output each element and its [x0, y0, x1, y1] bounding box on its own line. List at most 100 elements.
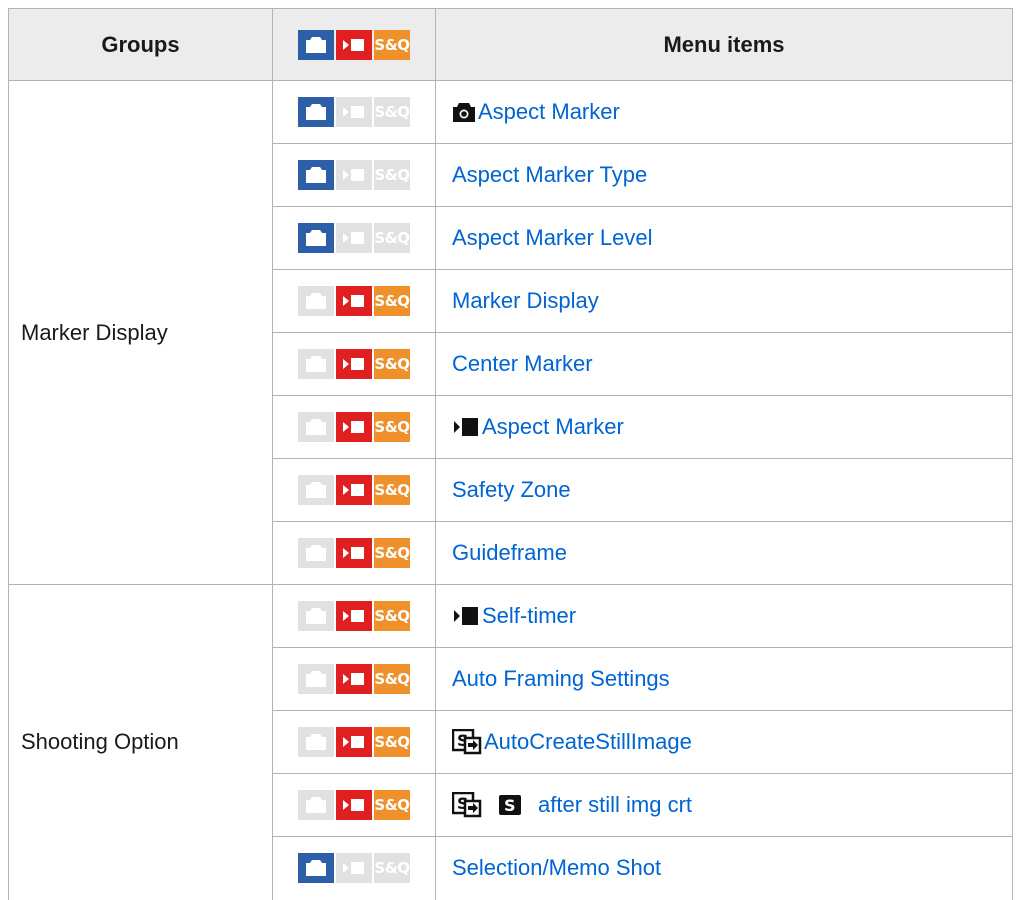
menu-item-link[interactable]: Aspect Marker — [482, 414, 624, 439]
sq-mode-label: S&Q — [374, 292, 410, 310]
mode-cell: S&Q — [272, 80, 436, 144]
mode-icons: S&Q — [298, 475, 410, 505]
photo-mode-icon — [298, 412, 334, 442]
photo-mode-icon — [298, 160, 334, 190]
movie-mode-icon — [336, 349, 372, 379]
sq-mode-icon: S&Q — [374, 853, 410, 884]
mode-icons: S&Q — [298, 223, 410, 253]
sq-mode-label: S&Q — [374, 35, 410, 54]
mode-icons: S&Q — [298, 412, 410, 442]
sq-mode-label: S&Q — [374, 481, 410, 499]
sq-mode-icon: S&Q — [374, 349, 410, 379]
sq-mode-icon: S&Q — [374, 97, 410, 127]
sq-mode-icon: S&Q — [374, 664, 410, 694]
photo-mode-icon — [298, 97, 334, 127]
mode-icons: S&Q — [298, 664, 410, 694]
groups-column-header: Groups — [8, 8, 273, 81]
still-s-icon: S — [498, 794, 522, 816]
mode-cell: S&Q — [272, 584, 436, 648]
menu-item-cell: S AutoCreateStillImage — [435, 710, 1013, 774]
sq-mode-icon: S&Q — [374, 727, 410, 757]
sq-mode-label: S&Q — [374, 607, 410, 625]
movie-icon — [452, 416, 480, 438]
movie-mode-icon — [336, 286, 372, 316]
menu-item-link[interactable]: Auto Framing Settings — [452, 666, 670, 691]
photo-mode-icon — [298, 223, 334, 253]
menu-item-cell: Self-timer — [435, 584, 1013, 648]
mode-icons: S&Q — [298, 160, 410, 190]
mode-icons: S&Q — [298, 286, 410, 316]
menu-item-link[interactable]: Marker Display — [452, 288, 599, 313]
modes-column-header: S&Q — [272, 8, 436, 81]
mode-icons: S&Q — [298, 853, 410, 884]
movie-mode-icon — [336, 29, 372, 60]
mode-icons: S&Q — [298, 538, 410, 568]
sq-mode-label: S&Q — [374, 796, 410, 814]
mode-cell: S&Q — [272, 458, 436, 522]
photo-mode-icon — [298, 601, 334, 631]
movie-mode-icon — [336, 727, 372, 757]
table-row: Marker Display S&Q Aspect Marker — [8, 80, 1013, 585]
svg-text:S: S — [504, 796, 516, 815]
sq-mode-label: S&Q — [374, 229, 410, 247]
sq-mode-label: S&Q — [374, 733, 410, 751]
mode-cell: S&Q — [272, 647, 436, 711]
movie-mode-icon — [336, 223, 372, 253]
photo-mode-icon — [298, 29, 334, 60]
sq-mode-label: S&Q — [374, 670, 410, 688]
mode-icons: S&Q — [298, 601, 410, 631]
mode-cell: S&Q — [272, 395, 436, 459]
photo-mode-icon — [298, 664, 334, 694]
movie-mode-icon — [336, 790, 372, 820]
auto-create-still-icon: S — [452, 729, 482, 755]
menu-item-link[interactable]: after still img crt — [538, 792, 692, 817]
mode-cell: S&Q — [272, 332, 436, 396]
menu-item-link[interactable]: Aspect Marker Level — [452, 225, 653, 250]
menu-item-link[interactable]: Selection/Memo Shot — [452, 855, 661, 880]
menu-item-cell: Aspect Marker — [435, 395, 1013, 459]
table-header: Groups S&Q Menu items — [8, 8, 1013, 81]
menu-item-link[interactable]: Aspect Marker Type — [452, 162, 647, 187]
movie-mode-icon — [336, 412, 372, 442]
menu-item-link[interactable]: Center Marker — [452, 351, 593, 376]
mode-cell: S&Q — [272, 206, 436, 270]
photo-mode-icon — [298, 286, 334, 316]
sq-mode-icon: S&Q — [374, 475, 410, 505]
sq-mode-icon: S&Q — [374, 538, 410, 568]
menu-item-cell: Aspect Marker — [435, 80, 1013, 144]
sq-mode-icon: S&Q — [374, 790, 410, 820]
sq-mode-label: S&Q — [374, 859, 410, 878]
sq-mode-icon: S&Q — [374, 160, 410, 190]
movie-mode-icon — [336, 664, 372, 694]
menu-item-link[interactable]: Aspect Marker — [478, 99, 620, 124]
table-row: Shooting Option S&Q Self-timer — [8, 584, 1013, 900]
menu-item-link[interactable]: Guideframe — [452, 540, 567, 565]
photo-mode-icon — [298, 790, 334, 820]
photo-mode-icon — [298, 727, 334, 757]
menu-item-cell: Aspect Marker Level — [435, 206, 1013, 270]
group-name: Shooting Option — [8, 584, 273, 900]
sq-mode-label: S&Q — [374, 103, 410, 121]
menu-item-cell: Guideframe — [435, 521, 1013, 585]
sq-mode-label: S&Q — [374, 418, 410, 436]
menu-item-cell: Marker Display — [435, 269, 1013, 333]
movie-mode-icon — [336, 601, 372, 631]
mode-icons: S&Q — [298, 29, 410, 60]
mode-cell: S&Q — [272, 269, 436, 333]
auto-create-still-icon: S — [452, 792, 482, 818]
mode-cell: S&Q — [272, 143, 436, 207]
menu-item-cell: S Safter still img crt — [435, 773, 1013, 837]
movie-mode-icon — [336, 538, 372, 568]
menu-items-column-header: Menu items — [435, 8, 1013, 81]
sq-mode-icon: S&Q — [374, 223, 410, 253]
menu-item-link[interactable]: AutoCreateStillImage — [484, 729, 692, 754]
sq-mode-icon: S&Q — [374, 601, 410, 631]
menu-item-link[interactable]: Self-timer — [482, 603, 576, 628]
mode-cell: S&Q — [272, 773, 436, 837]
photo-mode-icon — [298, 475, 334, 505]
sq-mode-label: S&Q — [374, 544, 410, 562]
menu-items-table: Groups S&Q Menu items Marker Display S&Q A… — [8, 8, 1013, 900]
movie-mode-icon — [336, 853, 372, 884]
menu-item-link[interactable]: Safety Zone — [452, 477, 571, 502]
table-body: Marker Display S&Q Aspect Marker S&Q Aspect … — [8, 80, 1013, 900]
